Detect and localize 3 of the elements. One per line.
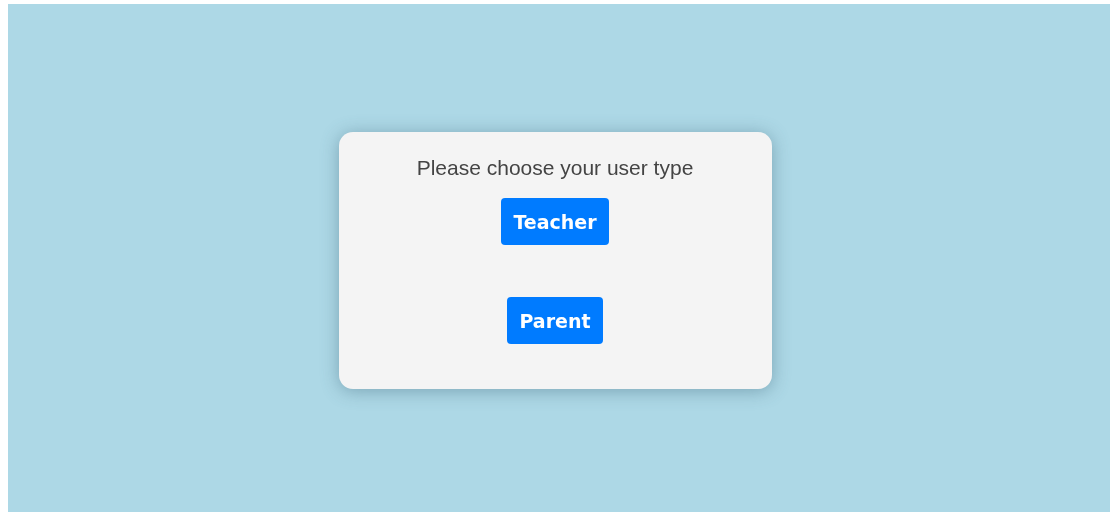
user-type-button[interactable]: Parent [507, 297, 603, 344]
dialog-title: Please choose your user type [416, 156, 694, 180]
user-type-button[interactable]: Teacher [501, 198, 609, 245]
